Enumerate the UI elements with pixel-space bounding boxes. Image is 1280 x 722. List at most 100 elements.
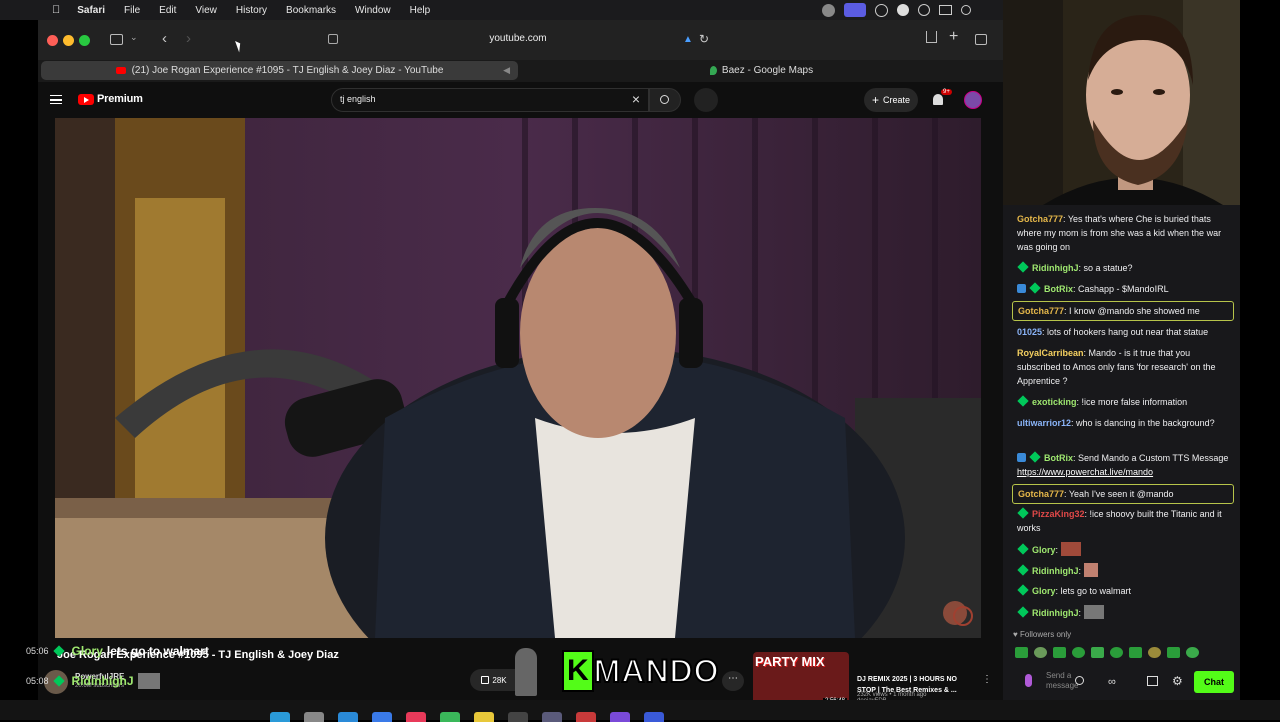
followers-only-notice: ♥ Followers only [1013, 630, 1071, 639]
emote-icon[interactable] [1053, 647, 1066, 658]
chat-username[interactable]: RidinhighJ [1032, 566, 1079, 576]
chat-username[interactable]: 01025 [1017, 327, 1042, 337]
address-bar[interactable]: youtube.com [478, 33, 558, 44]
grid-icon[interactable] [875, 3, 888, 17]
screen-mirror-icon[interactable] [844, 3, 866, 17]
chat-username[interactable]: RidinhighJ [1032, 263, 1079, 273]
menu-file[interactable]: File [124, 5, 140, 16]
wifi-icon[interactable] [961, 5, 971, 15]
chat-button[interactable]: Chat [1194, 671, 1234, 693]
sidebar-toggle-icon[interactable] [110, 34, 123, 45]
dock-messages-icon[interactable] [440, 712, 460, 722]
clear-search-icon[interactable]: × [632, 91, 640, 107]
minimize-window-button[interactable] [63, 35, 74, 46]
tab-youtube[interactable]: (21) Joe Rogan Experience #1095 - TJ Eng… [41, 61, 518, 80]
voice-search-icon[interactable] [694, 88, 718, 112]
chevron-down-icon[interactable]: ⌄ [130, 32, 138, 43]
thumbs-up-icon [481, 676, 490, 684]
mic-icon[interactable] [1025, 674, 1032, 687]
menu-bookmarks[interactable]: Bookmarks [286, 5, 336, 16]
apple-icon[interactable]:  [52, 4, 60, 16]
related-video-thumbnail[interactable]: PARTY MIX 2:56:48 [753, 652, 849, 706]
chat-username[interactable]: BotRix [1044, 453, 1073, 463]
dock-app-icon[interactable] [508, 712, 528, 722]
emote-icon[interactable] [1091, 647, 1104, 658]
emote-icon[interactable] [1110, 647, 1123, 658]
dock-app-icon[interactable] [576, 712, 596, 722]
search-box[interactable]: tj english × [331, 88, 649, 112]
menu-window[interactable]: Window [355, 5, 391, 16]
menu-history[interactable]: History [236, 5, 267, 16]
forward-button[interactable]: › [186, 30, 191, 47]
chat-username[interactable]: exoticking [1032, 397, 1077, 407]
emote-icon[interactable] [1034, 647, 1047, 658]
dock-music-icon[interactable] [406, 712, 426, 722]
chat-username[interactable]: Gotcha777 [1017, 214, 1063, 224]
dock-app-icon[interactable] [542, 712, 562, 722]
zoom-window-button[interactable] [79, 35, 90, 46]
menu-app-name[interactable]: Safari [77, 5, 105, 16]
dock-notes-icon[interactable] [474, 712, 494, 722]
clock-icon[interactable] [918, 4, 930, 16]
menu-edit[interactable]: Edit [159, 5, 176, 16]
emote-icon[interactable] [1148, 647, 1161, 658]
chat-username[interactable]: RidinhighJ [1032, 608, 1079, 618]
search-input[interactable]: tj english [340, 94, 376, 104]
dock-settings-icon[interactable] [304, 712, 324, 722]
chat-username[interactable]: Gotcha777 [1018, 306, 1064, 316]
chat-username[interactable]: Gotcha777 [1018, 489, 1064, 499]
status-wheel-icon[interactable] [822, 3, 835, 17]
chat-message-highlight: Gotcha777: I know @mando she showed me [1012, 301, 1234, 321]
emote-icon[interactable] [1129, 647, 1142, 658]
video-player[interactable] [55, 118, 981, 638]
dock-app-icon[interactable] [644, 712, 664, 722]
emote-icon[interactable] [1186, 647, 1199, 658]
dock-app-icon[interactable] [610, 712, 630, 722]
emote-icon[interactable] [1015, 647, 1028, 658]
tab-mute-icon[interactable]: ◀ [503, 65, 510, 76]
chat-username[interactable]: Glory [1032, 545, 1056, 555]
moon-icon[interactable] [897, 4, 909, 16]
window-icon[interactable] [939, 5, 952, 15]
emoji-icon[interactable] [1075, 676, 1084, 685]
menu-view[interactable]: View [195, 5, 217, 16]
share-icon[interactable] [926, 31, 937, 43]
tab-google-maps[interactable]: Baez - Google Maps [523, 61, 1000, 80]
more-actions-button[interactable]: ⋯ [722, 671, 744, 691]
search-button[interactable] [649, 88, 681, 112]
kick-gem-icon [1017, 564, 1029, 576]
dock-safari-icon[interactable] [338, 712, 358, 722]
youtube-logo[interactable]: Premium [78, 93, 143, 105]
tts-icon[interactable]: ∞ [1108, 676, 1116, 688]
like-button[interactable]: 28K [470, 669, 518, 691]
emote-icon[interactable] [1072, 647, 1085, 658]
avatar[interactable] [964, 91, 982, 109]
dock-finder-icon[interactable] [270, 712, 290, 722]
menu-help[interactable]: Help [410, 5, 431, 16]
close-window-button[interactable] [47, 35, 58, 46]
chat-username[interactable]: ultiwarrior12 [1017, 418, 1071, 428]
tab-overview-icon[interactable] [975, 34, 987, 45]
chat-username[interactable]: PizzaKing32 [1032, 509, 1085, 519]
chat-message: 01025: lots of hookers hang out near tha… [1017, 327, 1209, 337]
new-tab-icon[interactable]: + [949, 28, 958, 46]
chat-message: Gotcha777: Yes that's where Che is burie… [1017, 214, 1222, 252]
emote-icon[interactable] [1167, 647, 1180, 658]
dock-mail-icon[interactable] [372, 712, 392, 722]
chat-username[interactable]: RoyalCarribean [1017, 348, 1084, 358]
gift-icon[interactable] [1147, 676, 1158, 686]
create-button[interactable]: + Create [864, 88, 918, 112]
chat-username[interactable]: Glory [1032, 586, 1056, 596]
overlay-emote [137, 673, 160, 689]
notifications-bell-icon[interactable] [933, 94, 943, 105]
related-video-menu-icon[interactable]: ⋮ [982, 674, 992, 685]
back-button[interactable]: ‹ [162, 30, 167, 47]
chat-link[interactable]: https://www.powerchat.live/mando [1017, 467, 1153, 477]
chat-send-input[interactable]: Send a message [1046, 671, 1101, 691]
overlay-time: 05:08 [26, 676, 49, 686]
audio-playing-icon[interactable]: ▲ [683, 34, 693, 45]
reader-icon[interactable] [328, 34, 338, 44]
reload-icon[interactable]: ↻ [699, 32, 709, 46]
gear-icon[interactable]: ⚙ [1172, 674, 1183, 688]
chat-username[interactable]: BotRix [1044, 284, 1073, 294]
